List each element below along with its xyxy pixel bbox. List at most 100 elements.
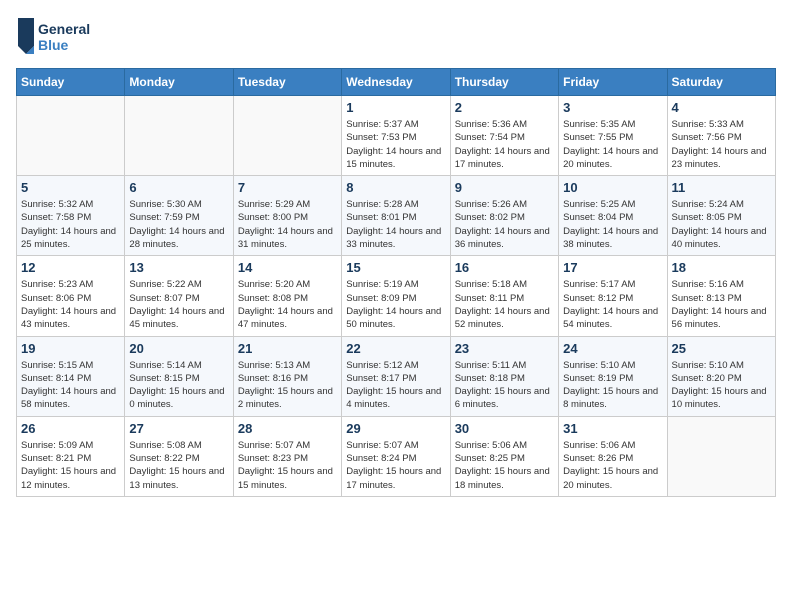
- day-info: Sunrise: 5:07 AM Sunset: 8:24 PM Dayligh…: [346, 439, 445, 492]
- calendar-cell: [667, 416, 775, 496]
- day-info: Sunrise: 5:32 AM Sunset: 7:58 PM Dayligh…: [21, 198, 120, 251]
- day-info: Sunrise: 5:20 AM Sunset: 8:08 PM Dayligh…: [238, 278, 337, 331]
- day-info: Sunrise: 5:10 AM Sunset: 8:19 PM Dayligh…: [563, 359, 662, 412]
- calendar-cell: 14 Sunrise: 5:20 AM Sunset: 8:08 PM Dayli…: [233, 256, 341, 336]
- day-info: Sunrise: 5:26 AM Sunset: 8:02 PM Dayligh…: [455, 198, 554, 251]
- day-info: Sunrise: 5:09 AM Sunset: 8:21 PM Dayligh…: [21, 439, 120, 492]
- day-number: 2: [455, 100, 554, 115]
- day-info: Sunrise: 5:29 AM Sunset: 8:00 PM Dayligh…: [238, 198, 337, 251]
- calendar-cell: 29 Sunrise: 5:07 AM Sunset: 8:24 PM Dayli…: [342, 416, 450, 496]
- calendar-table: SundayMondayTuesdayWednesdayThursdayFrid…: [16, 68, 776, 497]
- day-number: 21: [238, 341, 337, 356]
- calendar-cell: 17 Sunrise: 5:17 AM Sunset: 8:12 PM Dayli…: [559, 256, 667, 336]
- day-info: Sunrise: 5:16 AM Sunset: 8:13 PM Dayligh…: [672, 278, 771, 331]
- week-row-4: 19 Sunrise: 5:15 AM Sunset: 8:14 PM Dayli…: [17, 336, 776, 416]
- day-number: 5: [21, 180, 120, 195]
- day-number: 17: [563, 260, 662, 275]
- day-info: Sunrise: 5:17 AM Sunset: 8:12 PM Dayligh…: [563, 278, 662, 331]
- day-info: Sunrise: 5:06 AM Sunset: 8:25 PM Dayligh…: [455, 439, 554, 492]
- calendar-cell: 24Sunrise: 5:10 AM Sunset: 8:19 PM Dayli…: [559, 336, 667, 416]
- calendar-cell: 15Sunrise: 5:19 AM Sunset: 8:09 PM Dayli…: [342, 256, 450, 336]
- day-number: 4: [672, 100, 771, 115]
- day-info: Sunrise: 5:23 AM Sunset: 8:06 PM Dayligh…: [21, 278, 120, 331]
- day-number: 10: [563, 180, 662, 195]
- calendar-cell: 5 Sunrise: 5:32 AM Sunset: 7:58 PM Daylig…: [17, 176, 125, 256]
- calendar-cell: 13 Sunrise: 5:22 AM Sunset: 8:07 PM Dayli…: [125, 256, 233, 336]
- day-number: 9: [455, 180, 554, 195]
- calendar-cell: [233, 96, 341, 176]
- day-info: Sunrise: 5:10 AM Sunset: 8:20 PM Dayligh…: [672, 359, 771, 412]
- calendar-cell: 6Sunrise: 5:30 AM Sunset: 7:59 PM Daylig…: [125, 176, 233, 256]
- day-number: 12: [21, 260, 120, 275]
- calendar-cell: 9 Sunrise: 5:26 AM Sunset: 8:02 PM Daylig…: [450, 176, 558, 256]
- day-number: 16: [455, 260, 554, 275]
- calendar-cell: 26Sunrise: 5:09 AM Sunset: 8:21 PM Dayli…: [17, 416, 125, 496]
- calendar-cell: 20 Sunrise: 5:14 AM Sunset: 8:15 PM Dayli…: [125, 336, 233, 416]
- calendar-cell: 3 Sunrise: 5:35 AM Sunset: 7:55 PM Daylig…: [559, 96, 667, 176]
- day-info: Sunrise: 5:07 AM Sunset: 8:23 PM Dayligh…: [238, 439, 337, 492]
- header-row: SundayMondayTuesdayWednesdayThursdayFrid…: [17, 69, 776, 96]
- day-info: Sunrise: 5:19 AM Sunset: 8:09 PM Dayligh…: [346, 278, 445, 331]
- calendar-body: 1Sunrise: 5:37 AM Sunset: 7:53 PM Daylig…: [17, 96, 776, 497]
- day-number: 11: [672, 180, 771, 195]
- day-number: 20: [129, 341, 228, 356]
- day-number: 18: [672, 260, 771, 275]
- header-day-thursday: Thursday: [450, 69, 558, 96]
- day-info: Sunrise: 5:12 AM Sunset: 8:17 PM Dayligh…: [346, 359, 445, 412]
- calendar-cell: 8 Sunrise: 5:28 AM Sunset: 8:01 PM Daylig…: [342, 176, 450, 256]
- calendar-cell: 18 Sunrise: 5:16 AM Sunset: 8:13 PM Dayli…: [667, 256, 775, 336]
- day-info: Sunrise: 5:15 AM Sunset: 8:14 PM Dayligh…: [21, 359, 120, 412]
- day-info: Sunrise: 5:11 AM Sunset: 8:18 PM Dayligh…: [455, 359, 554, 412]
- calendar-cell: 28Sunrise: 5:07 AM Sunset: 8:23 PM Dayli…: [233, 416, 341, 496]
- day-number: 7: [238, 180, 337, 195]
- header-day-sunday: Sunday: [17, 69, 125, 96]
- day-info: Sunrise: 5:25 AM Sunset: 8:04 PM Dayligh…: [563, 198, 662, 251]
- day-info: Sunrise: 5:24 AM Sunset: 8:05 PM Dayligh…: [672, 198, 771, 251]
- day-info: Sunrise: 5:33 AM Sunset: 7:56 PM Dayligh…: [672, 118, 771, 171]
- day-number: 27: [129, 421, 228, 436]
- svg-text:Blue: Blue: [38, 37, 69, 53]
- calendar-cell: [125, 96, 233, 176]
- calendar-cell: 31Sunrise: 5:06 AM Sunset: 8:26 PM Dayli…: [559, 416, 667, 496]
- calendar-cell: 1Sunrise: 5:37 AM Sunset: 7:53 PM Daylig…: [342, 96, 450, 176]
- week-row-3: 12 Sunrise: 5:23 AM Sunset: 8:06 PM Dayli…: [17, 256, 776, 336]
- day-info: Sunrise: 5:22 AM Sunset: 8:07 PM Dayligh…: [129, 278, 228, 331]
- calendar-cell: 30Sunrise: 5:06 AM Sunset: 8:25 PM Dayli…: [450, 416, 558, 496]
- day-info: Sunrise: 5:08 AM Sunset: 8:22 PM Dayligh…: [129, 439, 228, 492]
- calendar-cell: 10 Sunrise: 5:25 AM Sunset: 8:04 PM Dayli…: [559, 176, 667, 256]
- day-number: 13: [129, 260, 228, 275]
- day-info: Sunrise: 5:06 AM Sunset: 8:26 PM Dayligh…: [563, 439, 662, 492]
- day-number: 8: [346, 180, 445, 195]
- calendar-cell: 11 Sunrise: 5:24 AM Sunset: 8:05 PM Dayli…: [667, 176, 775, 256]
- calendar-cell: 2Sunrise: 5:36 AM Sunset: 7:54 PM Daylig…: [450, 96, 558, 176]
- day-info: Sunrise: 5:28 AM Sunset: 8:01 PM Dayligh…: [346, 198, 445, 251]
- day-number: 19: [21, 341, 120, 356]
- calendar-cell: [17, 96, 125, 176]
- svg-text:General: General: [38, 21, 90, 37]
- week-row-2: 5 Sunrise: 5:32 AM Sunset: 7:58 PM Daylig…: [17, 176, 776, 256]
- day-info: Sunrise: 5:37 AM Sunset: 7:53 PM Dayligh…: [346, 118, 445, 171]
- week-row-5: 26Sunrise: 5:09 AM Sunset: 8:21 PM Dayli…: [17, 416, 776, 496]
- calendar-cell: 19 Sunrise: 5:15 AM Sunset: 8:14 PM Dayli…: [17, 336, 125, 416]
- logo-svg: GeneralBlue: [16, 16, 96, 56]
- header-day-friday: Friday: [559, 69, 667, 96]
- calendar-cell: 25Sunrise: 5:10 AM Sunset: 8:20 PM Dayli…: [667, 336, 775, 416]
- header-day-saturday: Saturday: [667, 69, 775, 96]
- day-info: Sunrise: 5:13 AM Sunset: 8:16 PM Dayligh…: [238, 359, 337, 412]
- calendar-header: SundayMondayTuesdayWednesdayThursdayFrid…: [17, 69, 776, 96]
- calendar-cell: 21 Sunrise: 5:13 AM Sunset: 8:16 PM Dayli…: [233, 336, 341, 416]
- calendar-cell: 4 Sunrise: 5:33 AM Sunset: 7:56 PM Daylig…: [667, 96, 775, 176]
- day-number: 29: [346, 421, 445, 436]
- day-info: Sunrise: 5:14 AM Sunset: 8:15 PM Dayligh…: [129, 359, 228, 412]
- calendar-cell: 22Sunrise: 5:12 AM Sunset: 8:17 PM Dayli…: [342, 336, 450, 416]
- day-info: Sunrise: 5:18 AM Sunset: 8:11 PM Dayligh…: [455, 278, 554, 331]
- day-number: 14: [238, 260, 337, 275]
- day-info: Sunrise: 5:30 AM Sunset: 7:59 PM Dayligh…: [129, 198, 228, 251]
- week-row-1: 1Sunrise: 5:37 AM Sunset: 7:53 PM Daylig…: [17, 96, 776, 176]
- calendar-cell: 7 Sunrise: 5:29 AM Sunset: 8:00 PM Daylig…: [233, 176, 341, 256]
- calendar-cell: 23Sunrise: 5:11 AM Sunset: 8:18 PM Dayli…: [450, 336, 558, 416]
- header-day-tuesday: Tuesday: [233, 69, 341, 96]
- day-info: Sunrise: 5:35 AM Sunset: 7:55 PM Dayligh…: [563, 118, 662, 171]
- day-number: 3: [563, 100, 662, 115]
- header-day-monday: Monday: [125, 69, 233, 96]
